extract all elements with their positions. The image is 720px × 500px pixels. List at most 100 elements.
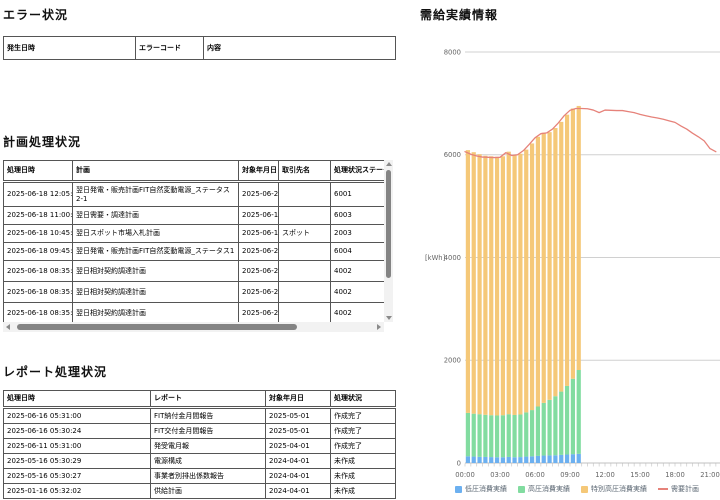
legend-item[interactable]: 需要計画 xyxy=(658,484,699,494)
bar-segment xyxy=(542,403,546,456)
table-cell: 未作成 xyxy=(331,454,396,469)
report-table: 処理日時レポート対象年月日処理状況 2025-06-16 05:31:00FIT… xyxy=(3,390,395,499)
bar-segment xyxy=(547,132,551,400)
bar-segment xyxy=(536,137,540,407)
table-cell xyxy=(279,243,331,261)
table-cell: 2024-04-01 xyxy=(266,454,331,469)
table-cell xyxy=(279,182,331,207)
table-cell: 未作成 xyxy=(331,469,396,484)
bar-segment xyxy=(518,457,522,463)
column-header: 処理日時 xyxy=(4,161,73,182)
horizontal-scrollbar[interactable] xyxy=(3,322,384,332)
vertical-scrollbar-thumb[interactable] xyxy=(386,170,391,278)
column-header: 内容 xyxy=(204,37,396,60)
bar-segment xyxy=(536,406,540,455)
column-header: 取引先名 xyxy=(279,161,331,182)
bar-segment xyxy=(466,150,470,413)
column-header: 対象年月日 xyxy=(266,391,331,408)
table-cell: 2025-01-16 05:32:02 xyxy=(4,484,151,499)
bar-segment xyxy=(483,415,487,457)
bar-segment xyxy=(501,415,505,457)
bar-segment xyxy=(571,379,575,454)
table-cell xyxy=(279,303,331,324)
table-cell: 供給計画 xyxy=(151,484,266,499)
table-cell: 事業者別排出係数報告 xyxy=(151,469,266,484)
table-cell: スポット xyxy=(279,225,331,243)
y-tick-label: 2000 xyxy=(444,357,461,365)
bar-segment xyxy=(512,155,516,415)
scroll-left-icon[interactable] xyxy=(6,324,10,330)
legend-line-icon xyxy=(658,488,668,490)
bar-segment xyxy=(565,115,569,386)
table-cell xyxy=(279,207,331,225)
table-cell: 2025-06-20 xyxy=(239,243,279,261)
plan-section-title: 計画処理状況 xyxy=(3,133,81,150)
table-cell: 2025-04-01 xyxy=(266,439,331,454)
y-tick-label: 6000 xyxy=(444,151,461,159)
table-row: 2025-05-16 05:30:27事業者別排出係数報告2024-04-01未… xyxy=(4,469,396,484)
bar-segment xyxy=(530,456,534,463)
scroll-right-icon[interactable] xyxy=(377,324,381,330)
x-tick-label: 03:00 xyxy=(490,471,510,479)
bar-segment xyxy=(547,455,551,463)
x-tick-label: 18:00 xyxy=(665,471,685,479)
table-row: 2025-06-16 05:31:00FIT納付金月間報告2025-05-01作… xyxy=(4,408,396,424)
bar-segment xyxy=(559,392,563,455)
bar-segment xyxy=(512,457,516,463)
table-cell: 2025-06-16 05:30:24 xyxy=(4,424,151,439)
table-cell: 2025-06-18 10:45:00 xyxy=(4,225,73,243)
table-cell: 2003 xyxy=(331,225,385,243)
table-cell: 翌日需要・調達計画 xyxy=(73,207,239,225)
legend-item[interactable]: 高圧消費実績 xyxy=(518,484,570,494)
column-header: エラーコード xyxy=(136,37,204,60)
table-cell: 作成完了 xyxy=(331,408,396,424)
bar-segment xyxy=(472,152,476,413)
table-cell: 発受電月報 xyxy=(151,439,266,454)
bar-segment xyxy=(530,410,534,456)
table-row: 2025-06-18 08:35:00翌日相対契約調達計画2025-06-204… xyxy=(4,282,385,303)
table-cell: 2025-06-20 xyxy=(239,182,279,207)
x-tick-label: 06:00 xyxy=(525,471,545,479)
bar-segment xyxy=(501,156,505,415)
error-table: 発生日時エラーコード内容 xyxy=(3,36,395,60)
bar-segment xyxy=(477,154,481,414)
table-cell: 6003 xyxy=(331,207,385,225)
scroll-down-icon[interactable] xyxy=(386,316,392,320)
horizontal-scrollbar-thumb[interactable] xyxy=(17,324,297,330)
table-cell: 翌日発電・販売計画FIT自然変動電源_ステータス2-1 xyxy=(73,182,239,207)
column-header: 処理日時 xyxy=(4,391,151,408)
table-cell: FIT交付金月間報告 xyxy=(151,424,266,439)
report-table-header: 処理日時レポート対象年月日処理状況 xyxy=(4,391,396,408)
column-header: 処理状況 xyxy=(331,391,396,408)
bar-segment xyxy=(489,156,493,415)
table-row: 2025-06-18 10:45:00翌日スポット市場入札計画2025-06-1… xyxy=(4,225,385,243)
table-cell: 6004 xyxy=(331,243,385,261)
legend-item[interactable]: 低圧消費実績 xyxy=(455,484,507,494)
bar-segment xyxy=(472,457,476,463)
bar-segment xyxy=(577,106,581,370)
table-cell: 2025-06-18 11:00:00 xyxy=(4,207,73,225)
scroll-up-icon[interactable] xyxy=(386,162,392,166)
bar-segment xyxy=(501,457,505,463)
column-header: 処理状況ステータス xyxy=(331,161,385,182)
bar-segment xyxy=(542,133,546,403)
bar-segment xyxy=(495,157,499,416)
column-header: 対象年月日 xyxy=(239,161,279,182)
table-cell: 作成完了 xyxy=(331,439,396,454)
bar-segment xyxy=(542,456,546,463)
vertical-scrollbar[interactable] xyxy=(384,160,393,322)
legend-item[interactable]: 特別高圧消費実績 xyxy=(581,484,647,494)
table-cell: 2025-05-16 05:30:27 xyxy=(4,469,151,484)
table-cell: 翌日スポット市場入札計画 xyxy=(73,225,239,243)
table-cell xyxy=(279,282,331,303)
x-tick-label: 15:00 xyxy=(630,471,650,479)
table-cell: 電源構成 xyxy=(151,454,266,469)
legend-label: 需要計画 xyxy=(671,484,699,494)
table-cell: 2025-06-18 08:35:00 xyxy=(4,303,73,324)
table-cell: 4002 xyxy=(331,282,385,303)
table-row: 2025-06-16 05:30:24FIT交付金月間報告2025-05-01作… xyxy=(4,424,396,439)
x-tick-label: 21:00 xyxy=(700,471,720,479)
table-cell xyxy=(279,261,331,282)
table-row: 2025-01-16 05:32:02供給計画2024-04-01未作成 xyxy=(4,484,396,499)
y-tick-label: 8000 xyxy=(444,48,461,56)
